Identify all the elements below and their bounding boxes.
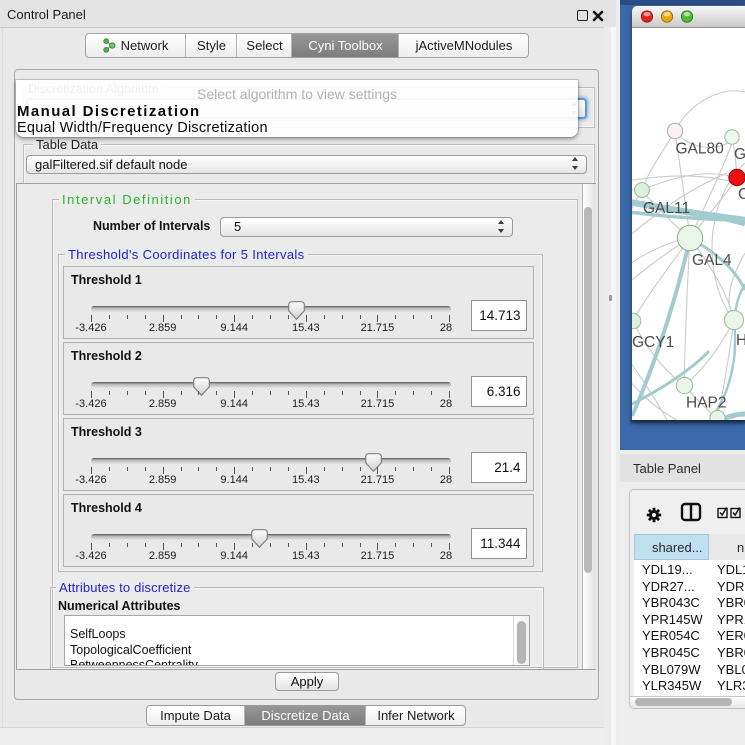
- svg-text:H: H: [736, 332, 745, 349]
- svg-text:GAL11: GAL11: [643, 200, 690, 217]
- svg-text:HAP2: HAP2: [686, 395, 727, 412]
- svg-text:GCY1: GCY1: [632, 334, 674, 351]
- svg-text:G.: G.: [734, 146, 745, 163]
- svg-text:GAL4: GAL4: [692, 252, 732, 269]
- svg-text:C: C: [738, 186, 745, 203]
- svg-text:GAL80: GAL80: [676, 141, 725, 158]
